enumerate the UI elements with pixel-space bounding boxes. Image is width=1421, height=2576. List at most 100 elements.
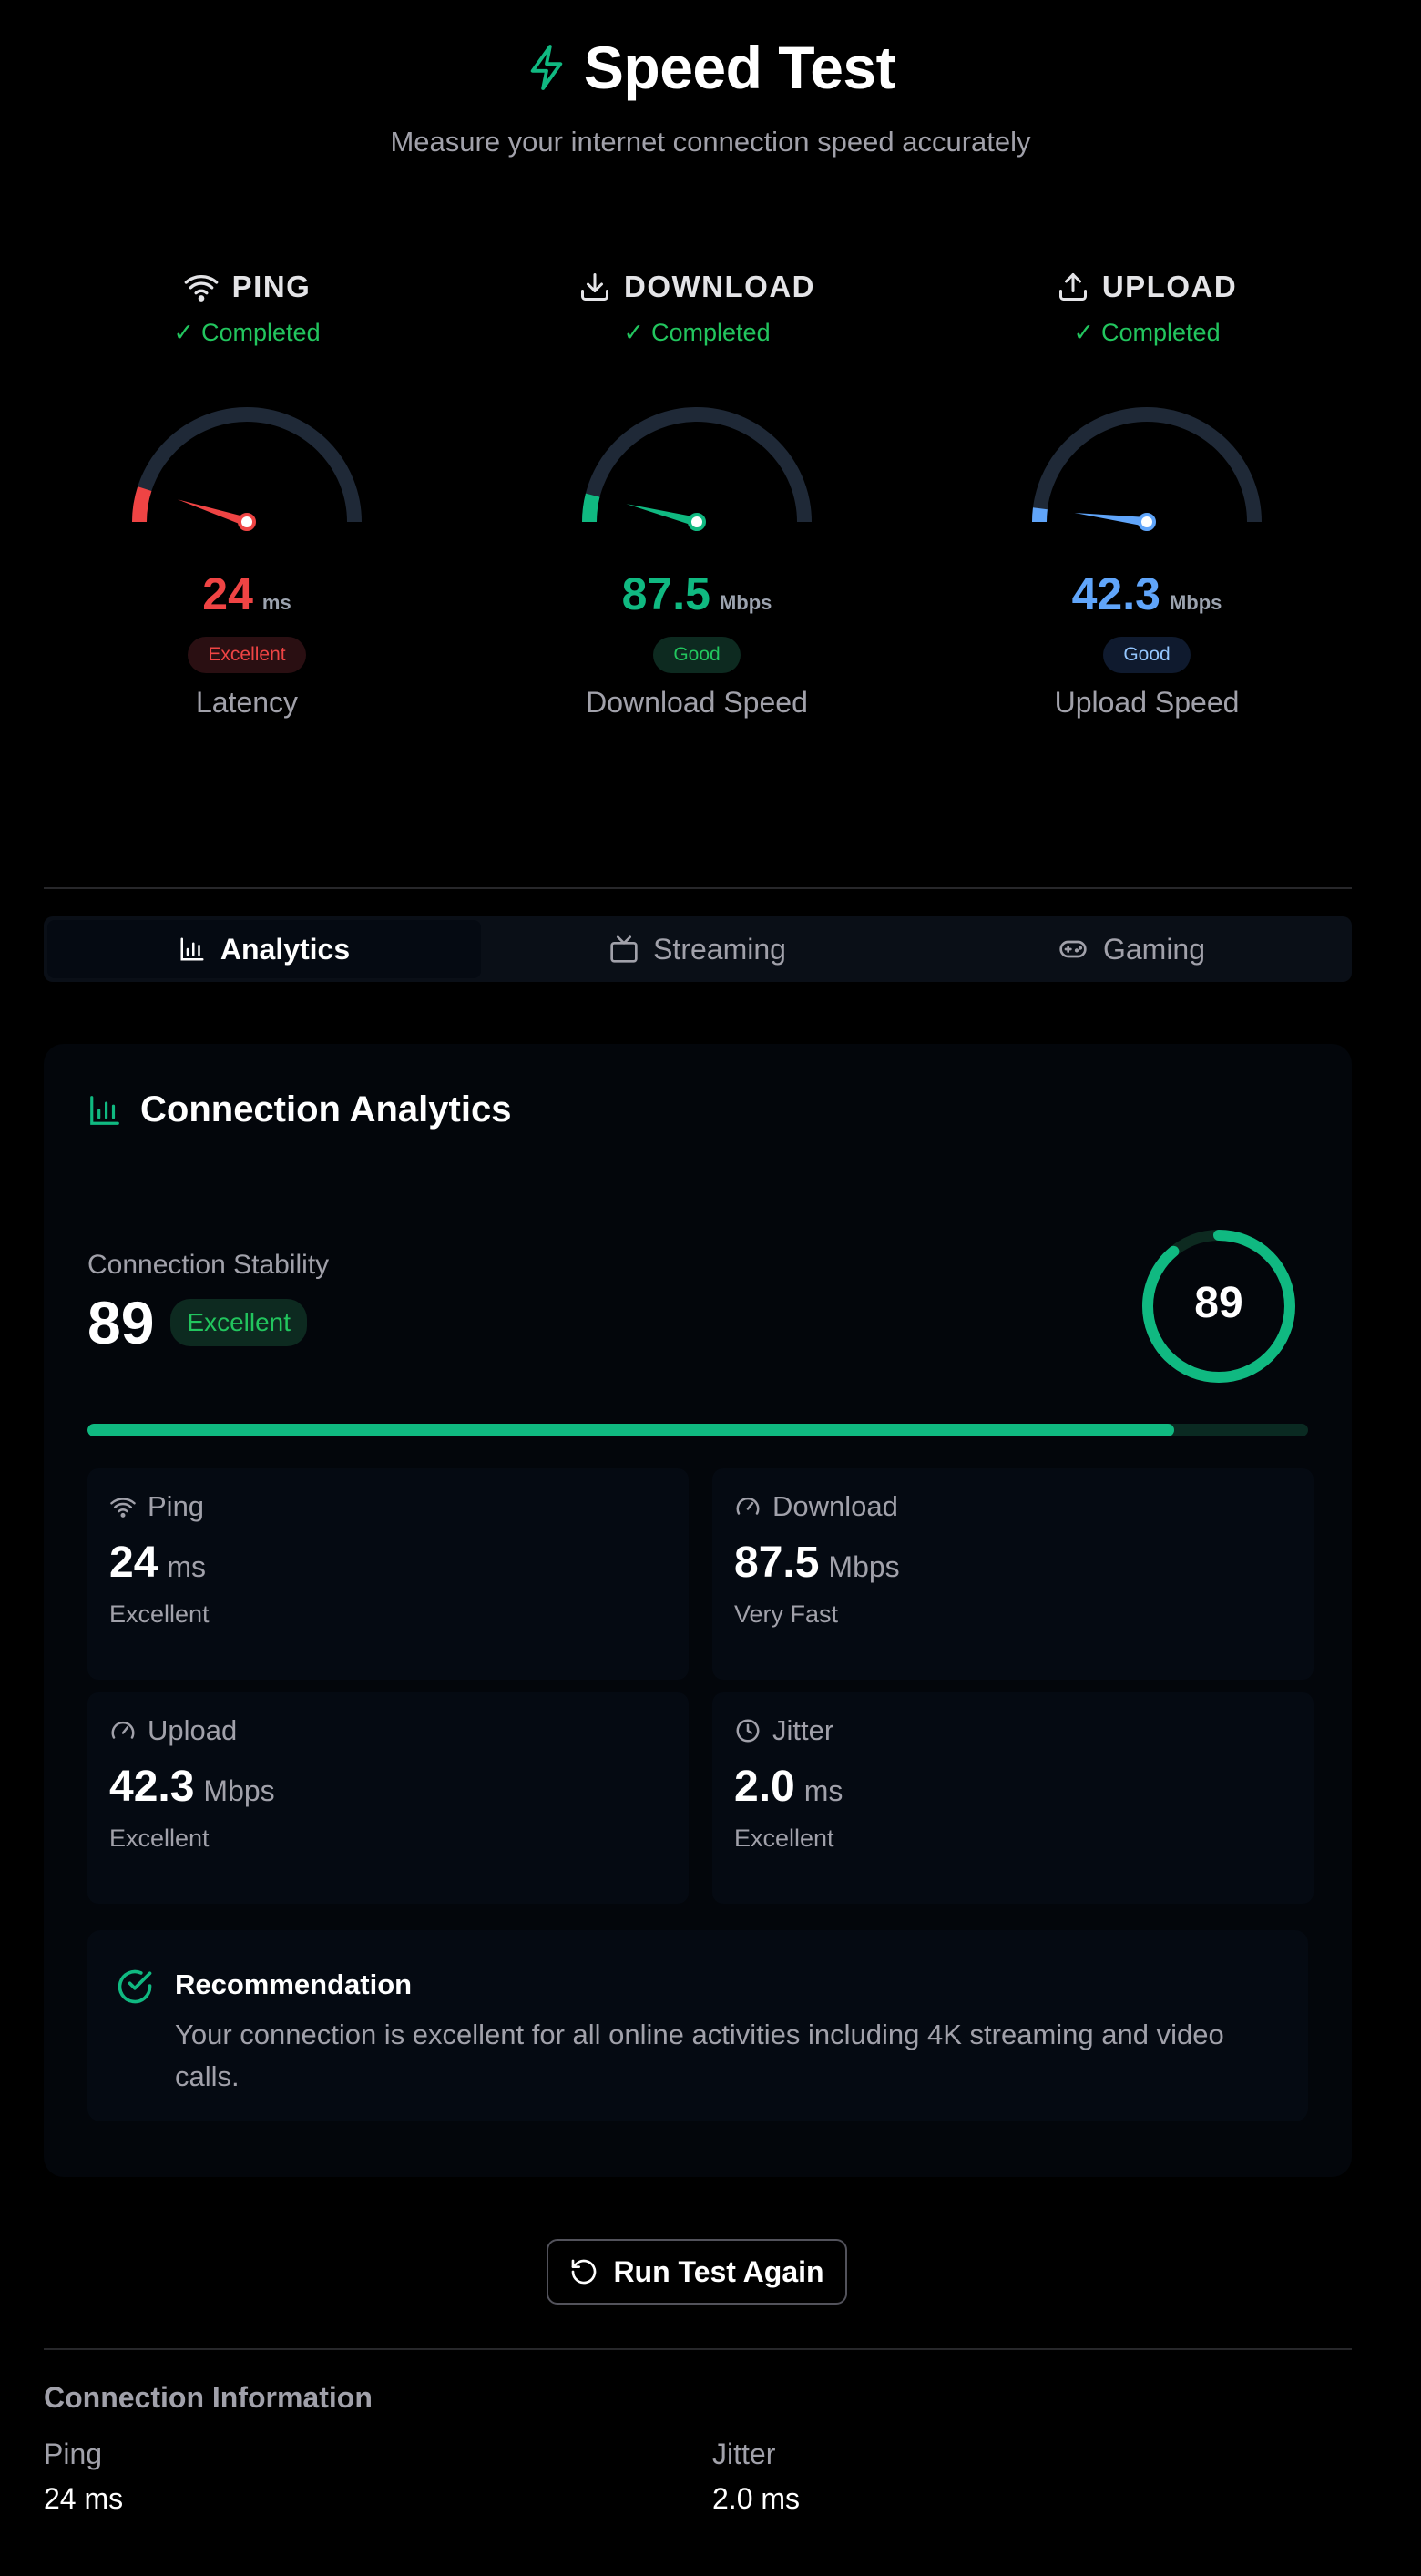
metric-unit: Mbps xyxy=(828,1550,900,1583)
metric-rating: Excellent xyxy=(734,1825,834,1852)
gauge-status: Completed xyxy=(201,319,321,346)
stability-row: 89 Excellent xyxy=(87,1288,308,1357)
gauge-row: PING ✓ Completed 24 ms Excellent Latency D… xyxy=(0,264,1421,783)
gauge-label: Latency xyxy=(195,686,299,719)
info-key: Ping xyxy=(44,2438,103,2470)
gauge-status: Completed xyxy=(1101,319,1221,346)
bar-chart-icon xyxy=(90,1095,119,1125)
tab-analytics[interactable]: Analytics xyxy=(47,920,481,978)
info-key: Jitter xyxy=(712,2438,776,2470)
stability-progress-bar xyxy=(87,1424,1308,1436)
gauge-value: 87.5 Mbps xyxy=(621,568,772,619)
gauge-fill xyxy=(132,486,152,523)
section-divider xyxy=(44,887,1352,889)
metric-label: Download xyxy=(772,1490,898,1522)
gauge-label: Upload Speed xyxy=(1054,686,1240,719)
gamepad-icon xyxy=(1059,940,1087,958)
gauge-track xyxy=(582,407,812,523)
metric-rating: Excellent xyxy=(109,1825,210,1852)
gauge-status: Completed xyxy=(651,319,771,346)
rating-badge: Good xyxy=(1103,637,1191,673)
lightning-icon xyxy=(530,45,563,90)
gauge-dial xyxy=(132,407,362,531)
recommendation-text: Your connection is excellent for all onl… xyxy=(175,2019,1224,2092)
metric-value: 2.0 xyxy=(734,1763,795,1811)
refresh-icon xyxy=(572,2259,597,2285)
page-subtitle: Measure your internet connection speed a… xyxy=(390,126,1031,158)
metric-value: 42.3 xyxy=(109,1763,195,1811)
gauge-label: Download Speed xyxy=(586,686,808,719)
gauge-hub xyxy=(688,513,706,531)
stability-ring-value: 89 xyxy=(1194,1279,1242,1327)
run-test-label: Run Test Again xyxy=(613,2254,824,2288)
clock-icon xyxy=(736,1719,760,1743)
run-test-again-button[interactable]: Run Test Again xyxy=(547,2239,847,2305)
analytics-card: Connection Analytics Connection Stabilit… xyxy=(44,1044,1352,2177)
wifi-icon xyxy=(110,1498,136,1518)
wifi-icon xyxy=(184,275,218,302)
rating-badge: Excellent xyxy=(188,637,306,673)
gauge-hub xyxy=(238,513,256,531)
metric-unit: ms xyxy=(803,1774,843,1807)
card-title: Connection Analytics xyxy=(87,1089,511,1130)
gauge-name: DOWNLOAD xyxy=(624,270,815,303)
upload-icon xyxy=(1058,273,1087,301)
rating-badge: Good xyxy=(653,637,741,673)
gauge-hub xyxy=(1138,513,1156,531)
gauge-value: 24 ms xyxy=(202,568,291,619)
section-divider xyxy=(44,2348,1352,2350)
gauge-fill xyxy=(582,493,600,523)
metric-rating: Excellent xyxy=(109,1600,210,1628)
stability-progress-fill xyxy=(87,1424,1174,1436)
tab-label: Streaming xyxy=(653,932,786,966)
gauge-name: UPLOAD xyxy=(1101,270,1238,303)
tab-label: Gaming xyxy=(1102,932,1206,966)
metric-label: Upload xyxy=(148,1714,238,1746)
page-header: Speed Test xyxy=(0,33,1421,102)
page-title: Speed Test xyxy=(583,34,896,101)
recommendation-title: Recommendation xyxy=(175,1968,413,2000)
metric-jitter: Jitter 2.0 ms Excellent xyxy=(712,1692,1314,1904)
check-icon: ✓ xyxy=(1073,319,1095,346)
download-icon xyxy=(581,273,609,301)
gauge-icon xyxy=(736,1497,760,1515)
gauge-dial xyxy=(582,407,812,531)
gauge-name: PING xyxy=(231,270,312,303)
stability-label: Connection Stability xyxy=(87,1250,330,1280)
gauge-value: 42.3 Mbps xyxy=(1071,568,1222,619)
metric-unit: ms xyxy=(167,1550,207,1583)
gauge-dial xyxy=(1032,407,1262,531)
metric-ping: Ping 24 ms Excellent xyxy=(87,1468,689,1680)
metric-upload: Upload 42.3 Mbps Excellent xyxy=(87,1692,689,1904)
gauge-icon xyxy=(111,1721,135,1739)
tab-gaming[interactable]: Gaming xyxy=(915,920,1348,978)
info-value: 2.0 ms xyxy=(712,2482,801,2515)
tab-label: Analytics xyxy=(220,932,351,966)
recommendation-box: Recommendation Your connection is excell… xyxy=(87,1930,1308,2121)
check-icon: ✓ xyxy=(173,319,195,346)
stability-value: 89 xyxy=(87,1289,155,1356)
gauge-ping: PING ✓ Completed 24 ms Excellent Latency xyxy=(22,264,472,720)
tab-bar: Analytics Streaming Gaming xyxy=(44,916,1352,982)
metric-download: Download 87.5 Mbps Very Fast xyxy=(712,1468,1314,1680)
metric-label: Jitter xyxy=(772,1714,834,1746)
metric-rating: Very Fast xyxy=(734,1600,839,1628)
tv-icon xyxy=(610,935,638,963)
metric-unit: Mbps xyxy=(203,1774,275,1807)
metric-value: 24 xyxy=(109,1538,158,1587)
check-icon: ✓ xyxy=(623,319,645,346)
gauge-needle xyxy=(1074,512,1148,526)
stability-badge: Excellent xyxy=(170,1299,308,1346)
stability-ring: 89 xyxy=(1142,1230,1295,1383)
metric-label: Ping xyxy=(148,1490,205,1522)
info-value: 24 ms xyxy=(44,2482,124,2515)
connection-info-title: Connection Information xyxy=(44,2381,373,2414)
gauge-download: DOWNLOAD ✓ Completed 87.5 Mbps Good Downlo… xyxy=(472,264,922,720)
tab-streaming[interactable]: Streaming xyxy=(481,920,915,978)
gauge-needle xyxy=(177,499,249,526)
info-item-jitter: Jitter 2.0 ms xyxy=(712,2438,800,2516)
metric-value: 87.5 xyxy=(734,1538,820,1587)
gauge-track xyxy=(1032,407,1262,523)
info-item-ping: Ping 24 ms xyxy=(44,2438,123,2516)
gauge-upload: UPLOAD ✓ Completed 42.3 Mbps Good Upload S… xyxy=(922,264,1372,720)
